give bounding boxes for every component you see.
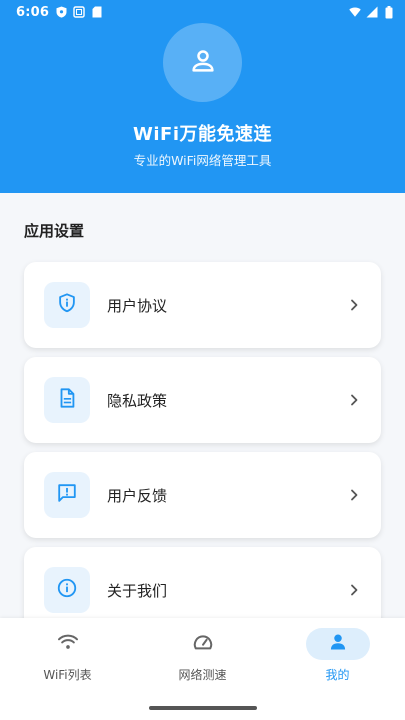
feedback-icon — [56, 482, 78, 508]
nav-item-speed-test[interactable]: 网络测速 — [135, 628, 270, 688]
shield-icon — [55, 6, 67, 18]
chevron-right-icon — [349, 299, 359, 311]
nav-label-speed-test: 网络测速 — [178, 668, 227, 682]
signal-icon — [366, 6, 378, 18]
section-title: 应用设置 — [24, 222, 85, 240]
user-feedback-label: 用户反馈 — [107, 486, 168, 505]
header: 6:06 WiFi万能免速连 专业的WiFi网络管理工具 — [0, 0, 405, 193]
nav-item-wifi-list[interactable]: WiFi列表 — [0, 628, 135, 688]
privacy-policy-label: 隐私政策 — [107, 391, 168, 410]
person-icon — [188, 46, 218, 80]
about-us-label: 关于我们 — [107, 581, 168, 600]
screen-icon — [73, 6, 85, 18]
chevron-right-icon — [349, 394, 359, 406]
nav-label-mine: 我的 — [325, 668, 350, 682]
chevron-right-icon — [349, 584, 359, 596]
bottom-nav: WiFi列表 网络测速 我的 — [0, 618, 405, 720]
speedometer-icon — [192, 632, 214, 656]
screen: 6:06 WiFi万能免速连 专业的WiFi网络管理工具 应用设置 用户协议 隐… — [0, 0, 405, 720]
nav-label-wifi-list: WiFi列表 — [43, 668, 92, 682]
user-agreement-item[interactable]: 用户协议 — [24, 262, 381, 348]
wifi-icon — [349, 6, 361, 18]
home-indicator[interactable] — [149, 706, 257, 710]
user-agreement-label: 用户协议 — [107, 296, 168, 315]
nav-item-mine[interactable]: 我的 — [270, 628, 405, 688]
person-icon — [328, 632, 348, 656]
info-icon — [56, 577, 78, 603]
app-subtitle: 专业的WiFi网络管理工具 — [133, 153, 272, 168]
status-time: 6:06 — [16, 4, 50, 20]
chevron-right-icon — [349, 489, 359, 501]
sd-card-icon — [91, 6, 103, 18]
status-bar: 6:06 — [0, 0, 405, 24]
wifi-icon — [57, 633, 79, 655]
battery-icon — [383, 5, 395, 18]
app-title: WiFi万能免速连 — [133, 124, 272, 145]
avatar[interactable] — [163, 23, 242, 102]
document-icon — [56, 387, 78, 413]
privacy-policy-item[interactable]: 隐私政策 — [24, 357, 381, 443]
shield-info-icon — [56, 292, 78, 318]
user-feedback-item[interactable]: 用户反馈 — [24, 452, 381, 538]
